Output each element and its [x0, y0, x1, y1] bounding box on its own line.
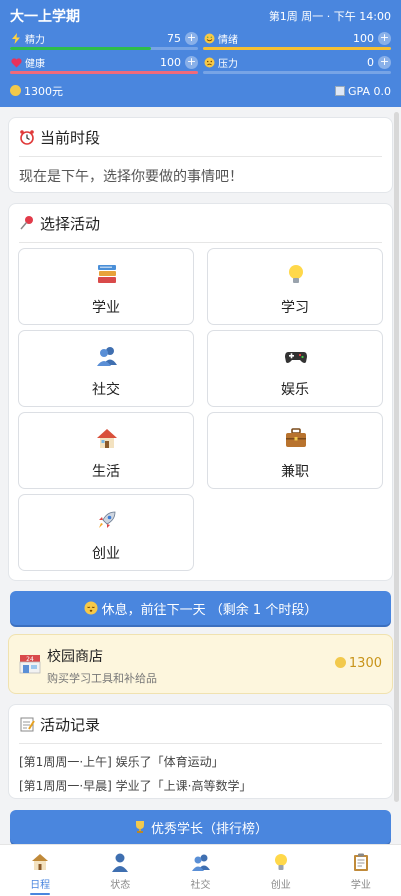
pushpin-icon	[19, 215, 35, 231]
card-title: 选择活动	[40, 214, 101, 233]
gpa-display: GPA 0.0	[335, 85, 391, 98]
shop-balance: 1300	[334, 656, 382, 671]
money-bag-icon	[10, 85, 21, 96]
worried-icon	[203, 57, 215, 69]
card-title: 当前时段	[40, 128, 101, 147]
card-title: 活动记录	[40, 715, 101, 734]
tab-social[interactable]: 社交	[160, 845, 240, 896]
period-text: 现在是下午，选择你要做的事情吧！	[19, 169, 243, 185]
person-icon	[112, 853, 129, 872]
stat-energy: 精力 75 +	[10, 30, 198, 50]
tab-academics[interactable]: 学业	[321, 845, 401, 896]
gamepad-icon	[285, 352, 307, 363]
trophy-icon	[133, 820, 147, 834]
leaderboard-button[interactable]: 优秀学长（排行榜）	[10, 810, 391, 844]
campus-shop-card[interactable]: 24 校园商店 购买学习工具和补给品 1300	[8, 634, 393, 694]
lightbulb-icon	[289, 265, 303, 283]
current-period-card: 当前时段 现在是下午，选择你要做的事情吧！	[8, 117, 393, 193]
status-header: 大一上学期 第1周 周一 · 下午 14:00 精力 75 + 情绪 100 +	[0, 0, 401, 107]
add-health-button[interactable]: +	[185, 56, 198, 69]
mood-bar	[203, 47, 391, 50]
sleeping-face-icon	[84, 601, 98, 615]
bottom-tab-bar: 日程 状态 社交 创业 学业	[0, 844, 401, 896]
tab-status[interactable]: 状态	[80, 845, 160, 896]
divider	[19, 242, 382, 243]
rocket-icon	[99, 511, 116, 528]
energy-bar	[10, 47, 198, 50]
stat-value: 0	[367, 56, 374, 69]
activity-life[interactable]: 生活	[18, 412, 194, 489]
stat-stress: 压力 0 +	[203, 54, 391, 74]
tab-startup[interactable]: 创业	[241, 845, 321, 896]
smile-icon	[203, 33, 215, 45]
chart-icon	[335, 85, 346, 96]
health-bar	[10, 71, 198, 74]
current-time: 第1周 周一 · 下午 14:00	[268, 10, 391, 23]
add-mood-button[interactable]: +	[378, 32, 391, 45]
reduce-stress-button[interactable]: +	[378, 56, 391, 69]
activity-log-card: 活动记录 [第1周周一·上午] 娱乐了「体育运动」 [第1周周一·早晨] 学业了…	[8, 704, 393, 799]
books-icon	[98, 265, 116, 283]
activity-academic[interactable]: 学业	[18, 248, 194, 325]
scrollbar[interactable]	[394, 112, 399, 802]
alarm-clock-icon	[19, 129, 35, 145]
rest-next-day-button[interactable]: 休息，前往下一天 （剩余 1 个时段）	[10, 591, 391, 625]
stress-bar	[203, 71, 391, 74]
main-content[interactable]: 当前时段 现在是下午，选择你要做的事情吧！ 选择活动 学业 学习 社交 娱乐 生…	[0, 107, 401, 844]
house-icon	[97, 429, 117, 448]
add-energy-button[interactable]: +	[185, 32, 198, 45]
briefcase-icon	[286, 428, 306, 447]
lightbulb-icon	[274, 854, 287, 870]
active-tab-indicator	[30, 893, 51, 895]
schedule-icon	[32, 854, 49, 870]
people-icon	[191, 854, 210, 871]
lightning-icon	[10, 33, 22, 45]
tab-schedule[interactable]: 日程	[0, 845, 80, 896]
activity-study[interactable]: 学习	[207, 248, 383, 325]
log-entry: [第1周周一·上午] 娱乐了「体育运动」	[19, 755, 224, 769]
stat-value: 75	[167, 32, 181, 45]
log-entry: [第1周周一·早晨] 学业了「上课·高等数学」	[19, 779, 252, 793]
shop-subtitle: 购买学习工具和补给品	[47, 672, 157, 685]
activity-part-time-job[interactable]: 兼职	[207, 412, 383, 489]
heart-icon	[10, 57, 22, 69]
semester-title: 大一上学期	[10, 9, 80, 25]
shop-title: 校园商店	[47, 649, 103, 665]
activity-social[interactable]: 社交	[18, 330, 194, 407]
stat-health: 健康 100 +	[10, 54, 198, 74]
stat-mood: 情绪 100 +	[203, 30, 391, 50]
convenience-store-icon: 24	[19, 653, 41, 675]
stat-value: 100	[160, 56, 181, 69]
activity-card: 选择活动 学业 学习 社交 娱乐 生活 兼职 创业	[8, 203, 393, 581]
people-icon	[97, 347, 117, 366]
activity-entertainment[interactable]: 娱乐	[207, 330, 383, 407]
stat-value: 100	[353, 32, 374, 45]
clipboard-icon	[353, 853, 368, 871]
activity-startup[interactable]: 创业	[18, 494, 194, 571]
money-display: 1300元	[10, 83, 63, 99]
money-bag-icon	[334, 657, 346, 668]
memo-icon	[19, 716, 35, 732]
